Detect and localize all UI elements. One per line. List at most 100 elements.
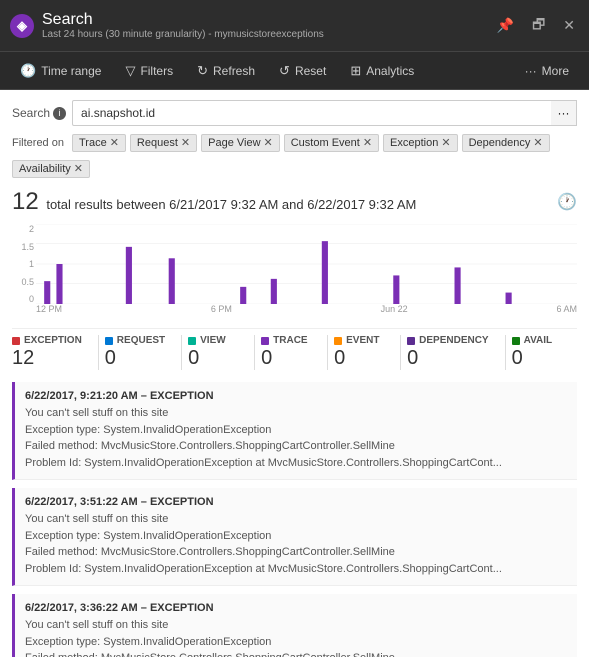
- filters-label: Filters: [140, 64, 173, 78]
- more-button[interactable]: ··· More: [515, 59, 579, 83]
- result-line-3-1: You can't sell stuff on this site: [25, 617, 567, 634]
- tag-exception: Exception ✕: [383, 134, 458, 152]
- more-menu: ··· More: [515, 59, 579, 83]
- remove-trace-tag[interactable]: ✕: [110, 138, 119, 149]
- x-tick-jun22: Jun 22: [381, 304, 408, 314]
- toolbar: 🕐 Time range ▽ Filters ↻ Refresh ↺ Reset…: [0, 52, 589, 90]
- sep1: [98, 335, 99, 370]
- clock-icon: 🕐: [20, 63, 36, 79]
- search-label: Search i: [12, 106, 66, 120]
- results-number: 12: [12, 188, 39, 215]
- remove-dependency-tag[interactable]: ✕: [533, 138, 542, 149]
- tag-request: Request ✕: [130, 134, 197, 152]
- main-content: Search i ··· Filtered on Trace ✕ Request…: [0, 90, 589, 657]
- x-tick-12pm: 12 PM: [36, 304, 62, 314]
- result-line-1-1: You can't sell stuff on this site: [25, 405, 567, 422]
- filter-icon: ▽: [125, 63, 135, 79]
- result-header-1: 6/22/2017, 9:21:20 AM – EXCEPTION: [25, 390, 567, 402]
- result-line-1-3: Failed method: MvcMusicStore.Controllers…: [25, 438, 567, 455]
- analytics-button[interactable]: ⊞ Analytics: [340, 58, 424, 84]
- pin-button[interactable]: 📌: [493, 15, 518, 36]
- legend-exception[interactable]: EXCEPTION 12: [12, 335, 92, 370]
- refresh-icon: ↻: [197, 63, 208, 79]
- more-dots: ···: [525, 64, 537, 78]
- dependency-label: DEPENDENCY: [419, 335, 488, 346]
- legend-row: EXCEPTION 12 REQUEST 0 VIEW 0 TRACE: [12, 328, 577, 370]
- result-item-2[interactable]: 6/22/2017, 3:51:22 AM – EXCEPTION You ca…: [12, 488, 577, 586]
- app-subtitle: Last 24 hours (30 minute granularity) - …: [42, 29, 324, 40]
- result-line-2-3: Failed method: MvcMusicStore.Controllers…: [25, 544, 567, 561]
- view-dot: [188, 337, 196, 345]
- chart-svg: [36, 224, 577, 304]
- sep2: [181, 335, 182, 370]
- search-input-wrap: ···: [72, 100, 577, 126]
- legend-view[interactable]: VIEW 0: [188, 335, 248, 370]
- avail-dot: [512, 337, 520, 345]
- legend-event[interactable]: EVENT 0: [334, 335, 394, 370]
- results-summary: 12 total results between 6/21/2017 9:32 …: [12, 188, 577, 216]
- app-icon: ◈: [10, 14, 34, 38]
- title-text: Search Last 24 hours (30 minute granular…: [42, 11, 324, 40]
- search-info-icon: i: [53, 107, 66, 120]
- time-range-button[interactable]: 🕐 Time range: [10, 58, 111, 84]
- reset-button[interactable]: ↺ Reset: [269, 58, 336, 84]
- results-count: 12 total results between 6/21/2017 9:32 …: [12, 188, 416, 216]
- history-icon[interactable]: 🕐: [557, 192, 577, 212]
- remove-customevent-tag[interactable]: ✕: [363, 138, 372, 149]
- tag-pageview: Page View ✕: [201, 134, 280, 152]
- trace-label: TRACE: [273, 335, 307, 346]
- result-line-1-4: Problem Id: System.InvalidOperationExcep…: [25, 455, 567, 472]
- sep5: [400, 335, 401, 370]
- tag-dependency: Dependency ✕: [462, 134, 550, 152]
- sep4: [327, 335, 328, 370]
- legend-avail[interactable]: AVAIL 0: [512, 335, 572, 370]
- remove-exception-tag[interactable]: ✕: [441, 138, 450, 149]
- result-line-2-1: You can't sell stuff on this site: [25, 511, 567, 528]
- refresh-label: Refresh: [213, 64, 255, 78]
- chart-area: 2 1.5 1 0.5 0: [12, 224, 577, 324]
- refresh-button[interactable]: ↻ Refresh: [187, 58, 265, 84]
- result-header-2: 6/22/2017, 3:51:22 AM – EXCEPTION: [25, 496, 567, 508]
- close-button[interactable]: ✕: [559, 15, 579, 36]
- dependency-count: 0: [407, 346, 418, 370]
- chart-inner: [36, 224, 577, 304]
- x-tick-6pm: 6 PM: [211, 304, 232, 314]
- filters-button[interactable]: ▽ Filters: [115, 58, 183, 84]
- filter-label: Filtered on: [12, 137, 64, 149]
- result-line-3-3: Failed method: MvcMusicStore.Controllers…: [25, 650, 567, 657]
- result-line-2-2: Exception type: System.InvalidOperationE…: [25, 528, 567, 545]
- maximize-button[interactable]: 🗗: [528, 12, 549, 40]
- tag-trace: Trace ✕: [72, 134, 126, 152]
- result-header-3: 6/22/2017, 3:36:22 AM – EXCEPTION: [25, 602, 567, 614]
- window-controls: 📌 🗗 ✕: [493, 12, 579, 40]
- remove-availability-tag[interactable]: ✕: [74, 164, 83, 175]
- request-label: REQUEST: [117, 335, 165, 346]
- search-options-button[interactable]: ···: [551, 100, 577, 126]
- tag-availability: Availability ✕: [12, 160, 90, 178]
- search-input[interactable]: [72, 100, 577, 126]
- legend-trace[interactable]: TRACE 0: [261, 335, 321, 370]
- avail-label: AVAIL: [524, 335, 553, 346]
- reset-label: Reset: [295, 64, 326, 78]
- exception-count: 12: [12, 346, 34, 370]
- y-axis: 2 1.5 1 0.5 0: [12, 224, 36, 304]
- remove-request-tag[interactable]: ✕: [181, 138, 190, 149]
- legend-request[interactable]: REQUEST 0: [105, 335, 175, 370]
- tag-customevent: Custom Event ✕: [284, 134, 379, 152]
- sep3: [254, 335, 255, 370]
- x-tick-6am: 6 AM: [556, 304, 577, 314]
- title-left: ◈ Search Last 24 hours (30 minute granul…: [10, 11, 324, 40]
- result-item-3[interactable]: 6/22/2017, 3:36:22 AM – EXCEPTION You ca…: [12, 594, 577, 657]
- results-text: total results between 6/21/2017 9:32 AM …: [46, 197, 416, 212]
- search-row: Search i ···: [12, 100, 577, 126]
- sep6: [505, 335, 506, 370]
- analytics-label: Analytics: [366, 64, 414, 78]
- trace-dot: [261, 337, 269, 345]
- event-count: 0: [334, 346, 345, 370]
- result-item-1[interactable]: 6/22/2017, 9:21:20 AM – EXCEPTION You ca…: [12, 382, 577, 480]
- avail-count: 0: [512, 346, 523, 370]
- view-label: VIEW: [200, 335, 226, 346]
- legend-dependency[interactable]: DEPENDENCY 0: [407, 335, 498, 370]
- result-line-1-2: Exception type: System.InvalidOperationE…: [25, 422, 567, 439]
- remove-pageview-tag[interactable]: ✕: [264, 138, 273, 149]
